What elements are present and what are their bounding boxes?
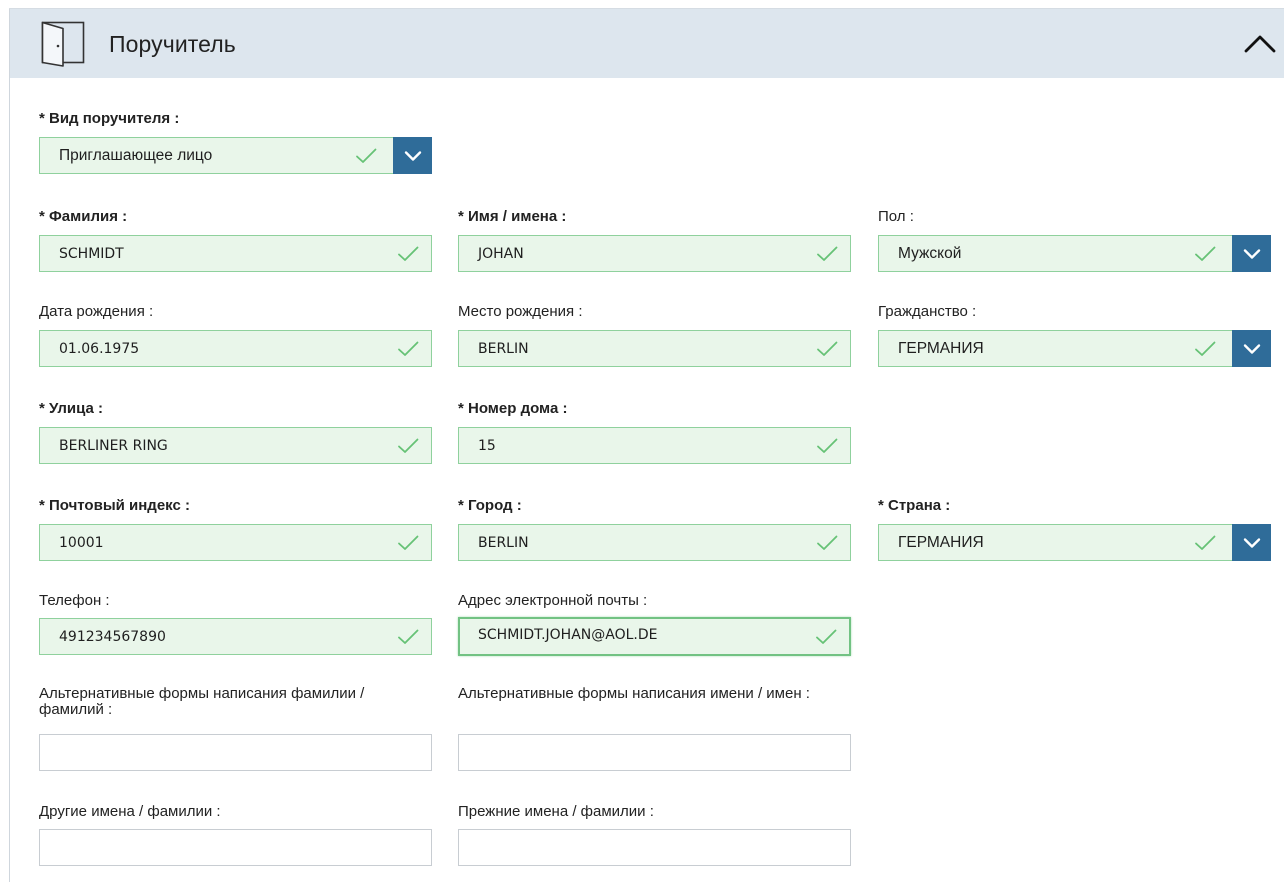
country-select[interactable]: ГЕРМАНИЯ bbox=[878, 524, 1271, 561]
check-icon bbox=[397, 629, 419, 645]
street-field: * Улица : BERLINER RING bbox=[39, 400, 432, 464]
surname-field: * Фамилия : SCHMIDT bbox=[39, 208, 432, 272]
house-number-label: * Номер дома : bbox=[458, 400, 568, 417]
check-icon bbox=[397, 438, 419, 454]
guarantor-type-select[interactable]: Приглашающее лицо bbox=[39, 137, 432, 174]
postal-code-field: * Почтовый индекс : 10001 bbox=[39, 497, 432, 561]
check-icon bbox=[816, 535, 838, 551]
street-label: * Улица : bbox=[39, 400, 104, 417]
check-icon bbox=[1194, 246, 1216, 262]
given-names-label: * Имя / имена : bbox=[458, 208, 567, 225]
alt-surnames-label: Альтернативные формы написания фамилии /… bbox=[39, 685, 365, 718]
birth-place-label: Место рождения : bbox=[458, 303, 583, 320]
nationality-field: Гражданство : ГЕРМАНИЯ bbox=[878, 303, 1271, 367]
country-field: * Страна : ГЕРМАНИЯ bbox=[878, 497, 1271, 561]
check-icon bbox=[816, 246, 838, 262]
surname-input[interactable]: SCHMIDT bbox=[39, 235, 432, 272]
guarantor-type-field: * Вид поручителя : Приглашающее лицо bbox=[39, 110, 432, 174]
country-label: * Страна : bbox=[878, 497, 951, 514]
phone-field: Телефон : 491234567890 bbox=[39, 592, 432, 655]
alt-given-names-input[interactable] bbox=[458, 734, 851, 771]
birth-place-field: Место рождения : BERLIN bbox=[458, 303, 851, 367]
city-label: * Город : bbox=[458, 497, 522, 514]
other-names-input[interactable] bbox=[39, 829, 432, 866]
alt-given-names-field: Альтернативные формы написания имени / и… bbox=[458, 685, 870, 771]
email-label: Адрес электронной почты : bbox=[458, 592, 648, 609]
chevron-down-icon bbox=[404, 150, 422, 162]
alt-surnames-input[interactable] bbox=[39, 734, 432, 771]
birth-date-field: Дата рождения : 01.06.1975 bbox=[39, 303, 432, 367]
chevron-down-icon bbox=[1243, 343, 1261, 355]
sex-field: Пол : Мужской bbox=[878, 208, 1271, 272]
check-icon bbox=[815, 629, 837, 645]
birth-date-value: 01.06.1975 bbox=[59, 341, 140, 357]
check-icon bbox=[355, 148, 377, 164]
birth-date-input[interactable]: 01.06.1975 bbox=[39, 330, 432, 367]
check-icon bbox=[816, 341, 838, 357]
given-names-field: * Имя / имена : JOHAN bbox=[458, 208, 851, 272]
former-names-input[interactable] bbox=[458, 829, 851, 866]
sex-label: Пол : bbox=[878, 208, 914, 225]
alt-given-names-label: Альтернативные формы написания имени / и… bbox=[458, 685, 810, 702]
guarantor-type-dropdown-button[interactable] bbox=[393, 137, 432, 174]
phone-value: 491234567890 bbox=[59, 629, 166, 645]
city-value: BERLIN bbox=[478, 535, 529, 551]
nationality-select[interactable]: ГЕРМАНИЯ bbox=[878, 330, 1271, 367]
check-icon bbox=[1194, 535, 1216, 551]
street-input[interactable]: BERLINER RING bbox=[39, 427, 432, 464]
chevron-down-icon bbox=[1243, 248, 1261, 260]
house-number-input[interactable]: 15 bbox=[458, 427, 851, 464]
collapse-button[interactable] bbox=[1240, 29, 1280, 59]
former-names-field: Прежние имена / фамилии : bbox=[458, 803, 851, 866]
email-input[interactable]: SCHMIDT.JOHAN@AOL.DE bbox=[458, 617, 851, 656]
sex-dropdown-button[interactable] bbox=[1232, 235, 1271, 272]
postal-code-input[interactable]: 10001 bbox=[39, 524, 432, 561]
email-value: SCHMIDT.JOHAN@AOL.DE bbox=[478, 627, 658, 643]
nationality-dropdown-button[interactable] bbox=[1232, 330, 1271, 367]
house-number-value: 15 bbox=[478, 438, 496, 454]
email-field: Адрес электронной почты : SCHMIDT.JOHAN@… bbox=[458, 592, 851, 656]
check-icon bbox=[397, 246, 419, 262]
postal-code-value: 10001 bbox=[59, 535, 104, 551]
guarantor-type-value: Приглашающее лицо bbox=[59, 147, 213, 164]
check-icon bbox=[1194, 341, 1216, 357]
birth-place-value: BERLIN bbox=[478, 341, 529, 357]
country-value: ГЕРМАНИЯ bbox=[898, 534, 984, 551]
sex-value: Мужской bbox=[898, 245, 962, 262]
panel-left-border bbox=[9, 8, 10, 882]
surname-value: SCHMIDT bbox=[59, 246, 124, 262]
chevron-up-icon bbox=[1244, 35, 1276, 53]
nationality-label: Гражданство : bbox=[878, 303, 977, 320]
check-icon bbox=[397, 535, 419, 551]
former-names-label: Прежние имена / фамилии : bbox=[458, 803, 654, 820]
birth-date-label: Дата рождения : bbox=[39, 303, 154, 320]
panel-title: Поручитель bbox=[109, 31, 236, 57]
panel-header: Поручитель bbox=[10, 9, 1284, 78]
check-icon bbox=[816, 438, 838, 454]
phone-input[interactable]: 491234567890 bbox=[39, 618, 432, 655]
other-names-field: Другие имена / фамилии : bbox=[39, 803, 432, 866]
alt-surnames-field: Альтернативные формы написания фамилии /… bbox=[39, 685, 432, 771]
check-icon bbox=[397, 341, 419, 357]
postal-code-label: * Почтовый индекс : bbox=[39, 497, 190, 514]
street-value: BERLINER RING bbox=[59, 438, 168, 454]
surname-label: * Фамилия : bbox=[39, 208, 128, 225]
given-names-input[interactable]: JOHAN bbox=[458, 235, 851, 272]
birth-place-input[interactable]: BERLIN bbox=[458, 330, 851, 367]
country-dropdown-button[interactable] bbox=[1232, 524, 1271, 561]
guarantor-type-label: * Вид поручителя : bbox=[39, 110, 180, 127]
phone-label: Телефон : bbox=[39, 592, 110, 609]
city-input[interactable]: BERLIN bbox=[458, 524, 851, 561]
chevron-down-icon bbox=[1243, 537, 1261, 549]
nationality-value: ГЕРМАНИЯ bbox=[898, 340, 984, 357]
house-number-field: * Номер дома : 15 bbox=[458, 400, 851, 464]
given-names-value: JOHAN bbox=[478, 246, 524, 262]
sex-select[interactable]: Мужской bbox=[878, 235, 1271, 272]
city-field: * Город : BERLIN bbox=[458, 497, 851, 561]
door-icon bbox=[41, 21, 85, 67]
other-names-label: Другие имена / фамилии : bbox=[39, 803, 221, 820]
